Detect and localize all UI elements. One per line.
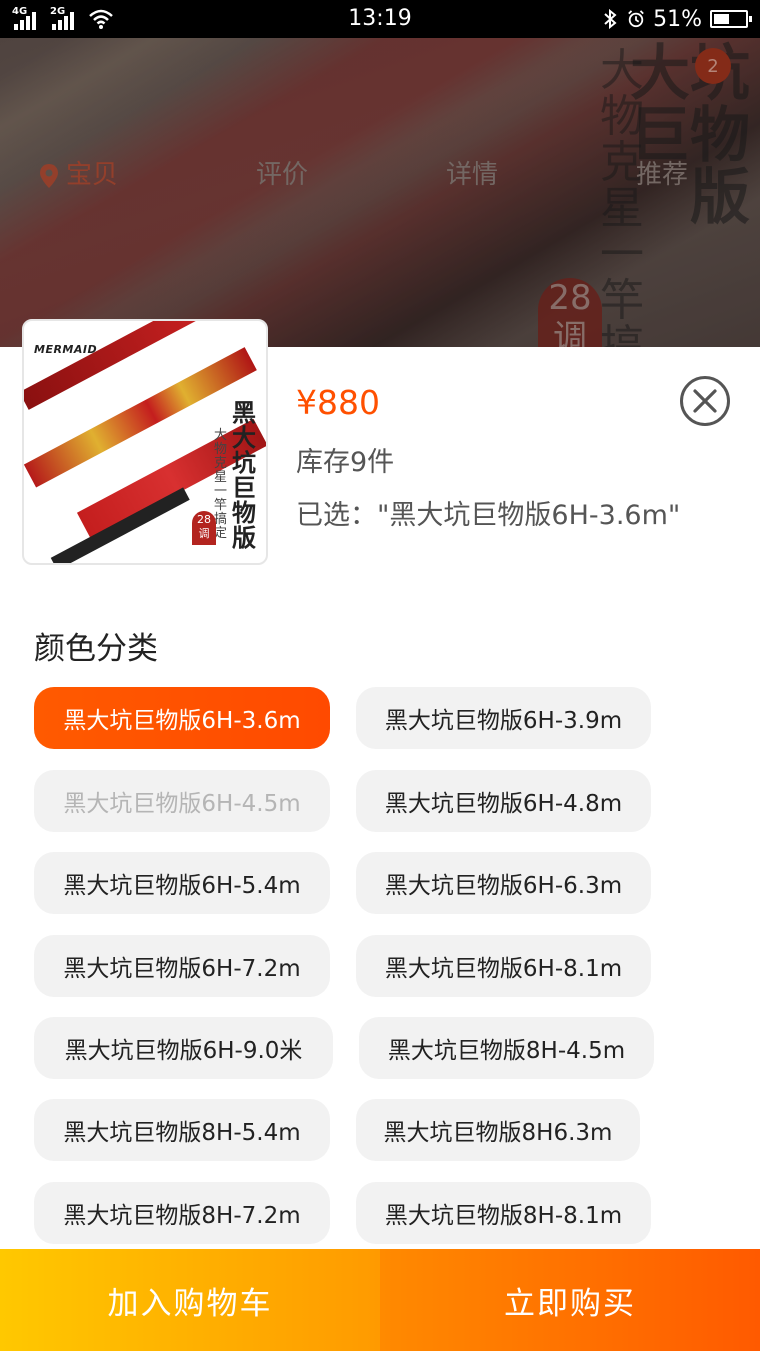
bottom-action-bar: 加入购物车 立即购买 <box>0 1249 760 1351</box>
sku-option[interactable]: 黑大坑巨物版6H-4.8m <box>356 770 651 832</box>
battery-fill <box>714 14 729 24</box>
signal-icon-2: 2G <box>50 6 82 30</box>
battery-percent: 51% <box>653 6 702 32</box>
price: ¥880 <box>296 383 380 422</box>
sku-option-label: 黑大坑巨物版6H-3.6m <box>63 708 301 734</box>
selected-sku-label: 已选："黑大坑巨物版6H-3.6m" <box>296 500 681 531</box>
sku-option[interactable]: 黑大坑巨物版6H-3.9m <box>356 687 651 749</box>
thumbnail-stamp: 28调 <box>192 511 216 545</box>
sku-option[interactable]: 黑大坑巨物版8H-4.5m <box>359 1017 654 1079</box>
clock: 13:19 <box>348 6 412 31</box>
sku-option[interactable]: 黑大坑巨物版6H-8.1m <box>356 935 651 997</box>
sku-selector-sheet: MERMAID 黑大坑巨物版 大物克星一竿搞定 28调 ¥880 库存9件 已选… <box>0 319 760 1351</box>
sku-option[interactable]: 黑大坑巨物版8H-8.1m <box>356 1182 651 1244</box>
sku-option-label: 黑大坑巨物版6H-4.5m <box>63 791 301 817</box>
sku-option-label: 黑大坑巨物版6H-4.8m <box>384 791 623 817</box>
sku-option-label: 黑大坑巨物版6H-3.9m <box>384 708 623 734</box>
add-to-cart-button[interactable]: 加入购物车 <box>0 1249 380 1351</box>
close-button[interactable] <box>680 376 730 426</box>
sku-option[interactable]: 黑大坑巨物版6H-5.4m <box>34 852 330 914</box>
sku-option-label: 黑大坑巨物版8H-5.4m <box>63 1120 301 1146</box>
sku-option[interactable]: 黑大坑巨物版8H-5.4m <box>34 1099 330 1161</box>
alarm-icon <box>628 10 644 28</box>
sku-option[interactable]: 黑大坑巨物版6H-7.2m <box>34 935 330 997</box>
sku-option[interactable]: 黑大坑巨物版6H-6.3m <box>356 852 651 914</box>
sku-option[interactable]: 黑大坑巨物版6H-4.5m <box>34 770 330 832</box>
section-title-color: 颜色分类 <box>34 631 158 667</box>
overlay-dim[interactable] <box>0 38 760 348</box>
battery-icon <box>710 10 752 28</box>
sku-option-label: 黑大坑巨物版6H-9.0米 <box>64 1038 303 1064</box>
thumbnail-title: 黑大坑巨物版 <box>232 399 256 552</box>
signal-icon: 4G <box>12 6 44 30</box>
sku-option[interactable]: 黑大坑巨物版8H-7.2m <box>34 1182 330 1244</box>
thumbnail-subtitle: 大物克星一竿搞定 <box>214 428 228 541</box>
background-product-page[interactable]: 大物克星一竿搞 大坑巨物版 28调 2 宝贝 评价 详情 推荐 <box>0 38 760 348</box>
wifi-icon <box>89 9 113 29</box>
sku-option[interactable]: 黑大坑巨物版6H-9.0米 <box>34 1017 333 1079</box>
sku-option-label: 黑大坑巨物版6H-8.1m <box>384 956 623 982</box>
sku-option[interactable]: 黑大坑巨物版6H-3.6m <box>34 687 330 749</box>
buy-now-button[interactable]: 立即购买 <box>380 1249 760 1351</box>
sku-option-label: 黑大坑巨物版8H-4.5m <box>387 1038 626 1064</box>
sku-option-label: 黑大坑巨物版6H-6.3m <box>384 873 623 899</box>
status-left: 4G 2G <box>12 6 114 30</box>
product-thumbnail[interactable]: MERMAID 黑大坑巨物版 大物克星一竿搞定 28调 <box>22 319 268 565</box>
bluetooth-icon <box>604 9 617 29</box>
sku-option-label: 黑大坑巨物版6H-7.2m <box>63 956 301 982</box>
sku-option-label: 黑大坑巨物版6H-5.4m <box>63 873 301 899</box>
stock-count: 库存9件 <box>296 447 395 478</box>
status-bar: 4G 2G 13:19 51% <box>0 0 760 38</box>
status-right: 51% <box>601 6 752 32</box>
sku-option-label: 黑大坑巨物版8H-7.2m <box>63 1203 301 1229</box>
sku-option-label: 黑大坑巨物版8H6.3m <box>383 1120 613 1146</box>
sku-option[interactable]: 黑大坑巨物版8H6.3m <box>356 1099 640 1161</box>
sku-option-label: 黑大坑巨物版8H-8.1m <box>384 1203 623 1229</box>
close-icon <box>693 389 717 413</box>
brand-logo: MERMAID <box>34 343 98 356</box>
